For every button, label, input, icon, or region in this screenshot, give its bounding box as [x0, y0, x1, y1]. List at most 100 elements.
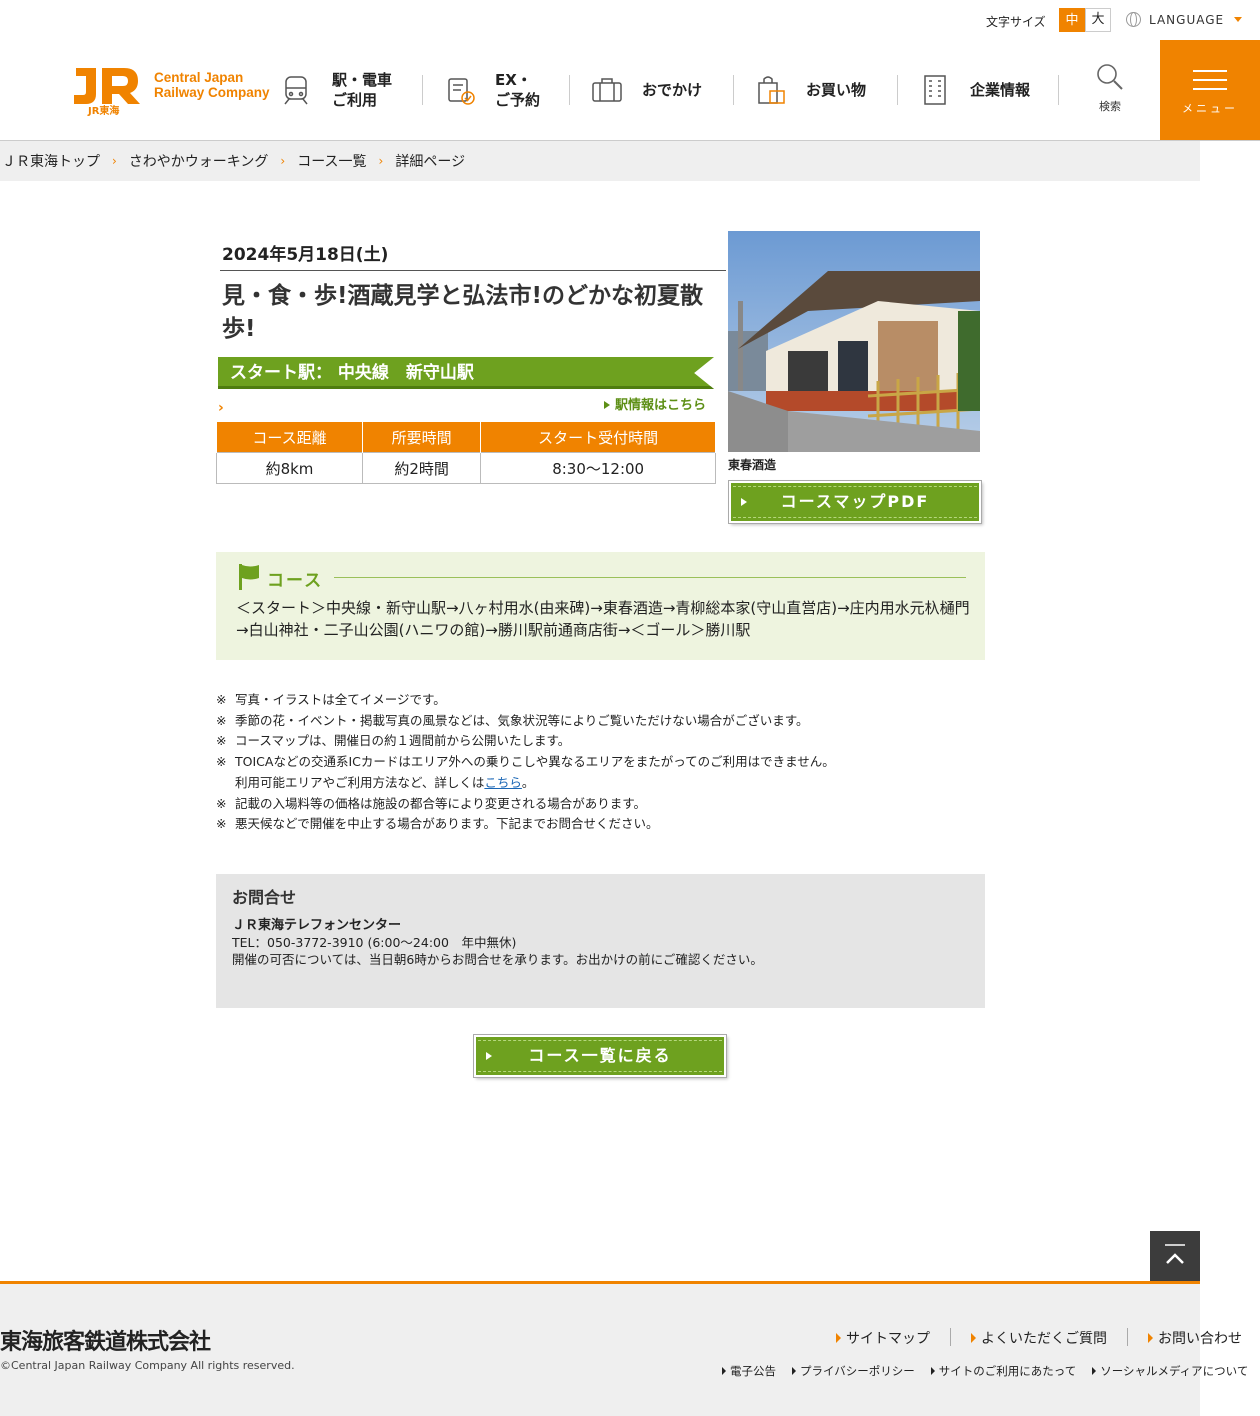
brewery-photo [728, 231, 980, 452]
course-title: コース [267, 571, 324, 591]
footer-link-sitemap[interactable]: サイトマップ [836, 1328, 950, 1348]
nav-label: 駅・電車 ご利用 [332, 71, 393, 109]
language-selector[interactable]: LANGUAGE [1126, 12, 1224, 27]
menu-button[interactable]: メニュー [1160, 40, 1260, 140]
breadcrumb-item-current: 詳細ページ [395, 154, 466, 170]
hamburger-icon [1193, 70, 1227, 72]
logo-text: Central Japan Railway Company [154, 70, 270, 100]
chevron-right-icon: › [218, 400, 224, 416]
divider [220, 270, 726, 271]
utility-bar: 文字サイズ 中 大 LANGUAGE [0, 0, 1260, 40]
course-route: ＜スタート＞中央線・新守山駅→八ヶ村用水(由来碑)→東春酒造→青柳総本家(守山直… [236, 599, 970, 639]
back-to-course-list-button[interactable]: コース一覧に戻る [473, 1034, 727, 1078]
page-title: 見・食・歩!酒蔵見学と弘法市!のどかな初夏散歩! [222, 283, 703, 342]
divider [1127, 1328, 1128, 1346]
page-top-button[interactable] [1150, 1231, 1200, 1281]
note-item: ※ TOICAなどの交通系ICカードはエリア外への乗りこしや異なるエリアをまたがっ… [216, 754, 835, 770]
footer-sub-links: 電子公告 プライバシーポリシー サイトのご利用にあたって ソーシャルメディアにつ… [722, 1363, 1260, 1379]
nav-station-train[interactable]: 駅・電車 ご利用 [276, 40, 422, 140]
note-item-continued: 利用可能エリアやご利用方法など、詳しくはこちら。 [235, 774, 535, 790]
start-station-bar: スタート駅： 中央線 新守山駅 [218, 357, 714, 389]
site-footer: 東海旅客鉄道株式会社 ©Central Japan Railway Compan… [0, 1281, 1248, 1416]
font-size-medium-button[interactable]: 中 [1059, 8, 1085, 32]
contact-title: お問合せ [232, 888, 297, 907]
corporate-name: 東海旅客鉄道株式会社 [0, 1330, 211, 1355]
footer-link-public-notice[interactable]: 電子公告 [722, 1363, 776, 1379]
arrow-right-icon [1092, 1367, 1097, 1375]
divider [334, 577, 966, 578]
site-header: Central Japan Railway Company JR東海 駅・電車 … [0, 40, 1260, 141]
logo-jr-tokai: JR東海 [88, 106, 120, 117]
divider [950, 1328, 951, 1346]
contact-note: 開催の可否については、当日朝6時からお問合せを承ります。お出かけの前にご確認くだ… [232, 952, 763, 967]
copyright: ©Central Japan Railway Company All right… [0, 1359, 295, 1372]
arrow-right-icon [741, 498, 747, 506]
chevron-right-icon: › [112, 154, 117, 168]
table-header: スタート受付時間 [480, 421, 716, 453]
caret-down-icon [1234, 17, 1242, 22]
notes-list: ※ 写真・イラストは全てイメージです。 ※ 季節の花・イベント・掲載写真の風景などは… [216, 690, 996, 835]
footer-link-contact[interactable]: お問い合わせ [1148, 1328, 1260, 1348]
breadcrumb: ＪＲ東海トップ › さわやかウォーキング › コース一覧 › 詳細ページ [0, 141, 1200, 181]
flag-icon [239, 564, 259, 590]
note-item: ※ 写真・イラストは全てイメージです。 [216, 692, 446, 707]
breadcrumb-item-walking[interactable]: さわやかウォーキング [129, 151, 269, 171]
table-header: 所要時間 [361, 421, 482, 453]
course-info-table: コース距離 所要時間 スタート受付時間 約8km 約2時間 8:30～12:00 [216, 421, 716, 484]
building-icon [924, 75, 946, 105]
reservation-icon [448, 78, 475, 105]
nav-odekake[interactable]: おでかけ [570, 40, 733, 140]
breadcrumb-item-top[interactable]: ＪＲ東海トップ [2, 151, 100, 171]
search-label: 検索 [1099, 100, 1121, 113]
suitcase-icon [592, 78, 622, 102]
arrow-right-icon [722, 1367, 726, 1375]
nav-label: 企業情報 [970, 81, 1031, 99]
note-item: ※ 季節の花・イベント・掲載写真の風景などは、気象状況等によりご覧いただけない場合… [216, 712, 809, 728]
search-button[interactable]: 検索 [1090, 62, 1130, 114]
arrow-right-icon [930, 1367, 935, 1375]
nav-corporate[interactable]: 企業情報 [898, 40, 1058, 140]
menu-label: メニュー [1182, 102, 1238, 115]
course-map-pdf-button[interactable]: コースマップPDF [728, 480, 982, 524]
event-date: 2024年5月18日(土) [222, 245, 389, 265]
chevron-right-icon: › [280, 154, 286, 168]
arrow-right-icon [1148, 1333, 1153, 1343]
footer-link-faq[interactable]: よくいただくご質問 [971, 1328, 1127, 1348]
nav-shopping[interactable]: お買い物 [734, 40, 897, 140]
breadcrumb-item-course-list[interactable]: コース一覧 [297, 151, 366, 171]
arrow-right-icon [971, 1333, 976, 1343]
footer-link-terms[interactable]: サイトのご利用にあたって [930, 1363, 1076, 1379]
nav-ex-reservation[interactable]: EX・ ご予約 [423, 40, 569, 140]
footer-link-privacy[interactable]: プライバシーポリシー [792, 1363, 915, 1379]
nav-divider [1058, 75, 1059, 105]
contact-center-name: ＪＲ東海テレフォンセンター [232, 918, 402, 933]
shopping-bag-icon [758, 76, 785, 104]
arrow-right-icon [486, 1052, 492, 1060]
toica-info-link[interactable]: こちら [484, 775, 522, 790]
chevron-right-icon: › [378, 154, 384, 168]
table-header: コース距離 [216, 421, 363, 453]
arrow-right-icon [604, 401, 610, 409]
contact-box: お問合せ ＪＲ東海テレフォンセンター TEL：050-3772-3910 (6:… [216, 874, 985, 1008]
table-cell: 約2時間 [361, 452, 482, 484]
station-info-link[interactable]: 駅情報はこちら [604, 394, 706, 413]
note-item: ※ 記載の入場料等の価格は施設の都合等により変更される場合があります。 [216, 795, 647, 811]
arrow-right-icon [792, 1367, 796, 1375]
note-item: ※ 悪天候などで開催を中止する場合があります。下記までお問合せください。 [216, 816, 659, 832]
footer-link-social-media[interactable]: ソーシャルメディアについて [1092, 1363, 1248, 1379]
nav-label: EX・ ご予約 [495, 71, 541, 109]
nav-label: おでかけ [642, 81, 703, 99]
jr-central-logo[interactable]: Central Japan Railway Company JR東海 [70, 64, 275, 117]
nav-label: お買い物 [806, 81, 867, 99]
globe-icon [1126, 12, 1141, 27]
font-size-label: 文字サイズ [986, 15, 1046, 29]
note-item: ※ コースマップは、開催日の約１週間前から公開いたします。 [216, 733, 571, 749]
train-icon [284, 76, 308, 105]
arrow-up-icon [1165, 1244, 1185, 1264]
photo-caption: 東春酒造 [728, 458, 777, 472]
language-label: LANGUAGE [1149, 12, 1225, 27]
font-size-large-button[interactable]: 大 [1085, 8, 1111, 32]
global-nav: 駅・電車 ご利用 EX・ ご予約 おでかけ お買い物 企業情報 [276, 40, 1059, 140]
course-box: コース ＜スタート＞中央線・新守山駅→八ヶ村用水(由来碑)→東春酒造→青柳総本家… [216, 552, 985, 660]
table-cell: 約8km [216, 452, 363, 484]
